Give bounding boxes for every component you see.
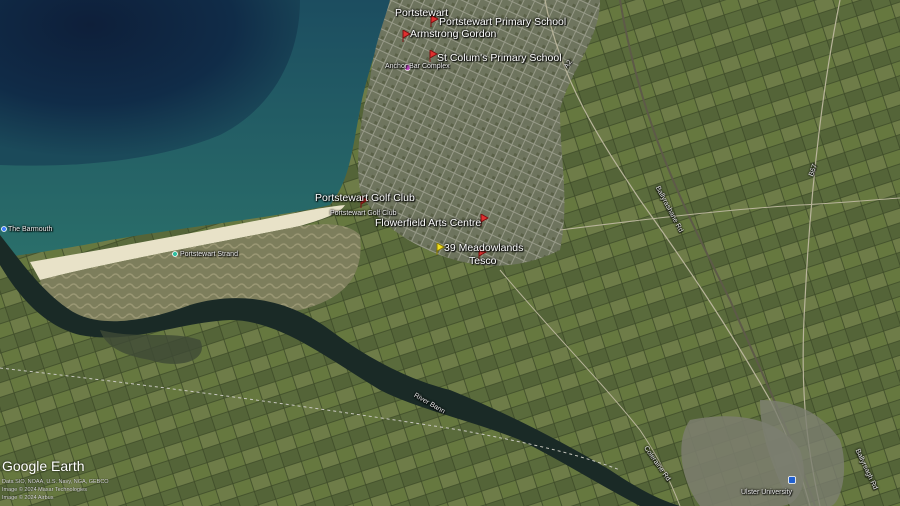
label-meadowlands[interactable]: 39 Meadowlands [444, 243, 523, 254]
label-flowerfield[interactable]: Flowerfield Arts Centre [375, 218, 481, 229]
label-barmouth[interactable]: The Barmouth [8, 226, 52, 233]
label-golf-club[interactable]: Portstewart Golf Club [315, 193, 415, 204]
pin-flowerfield-icon[interactable] [480, 214, 489, 226]
credits-line-1: Data SIO, NOAA, U.S. Navy, NGA, GEBCO [2, 479, 109, 485]
credits-line-3: Image © 2024 Airbus [2, 495, 54, 501]
label-golf-club-small[interactable]: Portstewart Golf Club [330, 210, 397, 217]
pin-university-icon[interactable] [788, 476, 796, 484]
pin-barmouth-icon[interactable] [1, 226, 7, 232]
label-anchor-bar[interactable]: Anchor Bar Complex [385, 63, 450, 70]
pin-strand-icon[interactable] [172, 251, 178, 257]
google-earth-logo: Google Earth [2, 458, 85, 474]
label-portstewart-primary[interactable]: Portstewart Primary School [439, 17, 566, 28]
label-university[interactable]: Ulster University [741, 489, 792, 496]
label-st-colums[interactable]: St Colum's Primary School [437, 53, 562, 64]
credits-line-2: Image © 2024 Maxar Technologies [2, 487, 87, 493]
imagery-credits: Data SIO, NOAA, U.S. Navy, NGA, GEBCO Im… [2, 478, 109, 502]
label-tesco[interactable]: Tesco [469, 256, 496, 267]
label-strand[interactable]: Portstewart Strand [180, 251, 238, 258]
label-armstrong-gordon[interactable]: Armstrong Gordon [410, 29, 496, 40]
